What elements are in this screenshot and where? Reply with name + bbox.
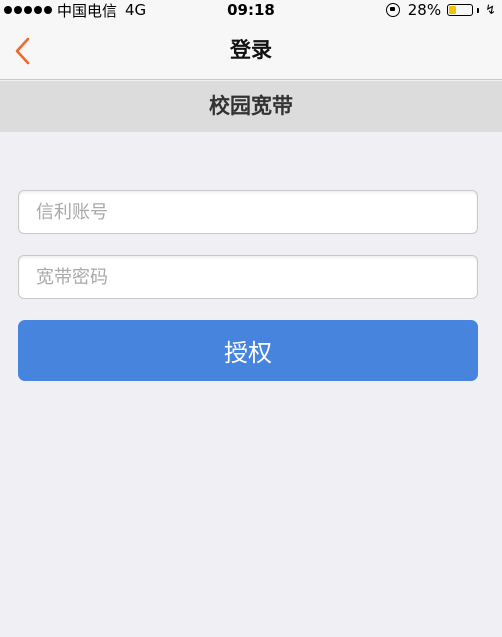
section-title: 校园宽带	[0, 81, 502, 132]
back-button[interactable]	[10, 34, 42, 68]
status-bar: 中国电信 4G 09:18 28% ↯	[0, 0, 502, 20]
password-input[interactable]	[18, 255, 478, 299]
login-screen: 中国电信 4G 09:18 28% ↯ 登录 校园宽带 授权	[0, 0, 502, 637]
navigation-bar: 登录	[0, 20, 502, 80]
battery-tip	[477, 7, 480, 13]
account-input[interactable]	[18, 190, 478, 234]
battery-fill	[449, 6, 456, 14]
rotation-lock-icon	[385, 3, 400, 17]
battery-percent: 28%	[407, 1, 442, 19]
page-title: 登录	[230, 38, 272, 62]
battery-icon	[447, 4, 474, 16]
chevron-left-icon	[15, 37, 30, 65]
status-right: 28% ↯	[385, 0, 496, 20]
charging-icon: ↯	[485, 2, 496, 18]
authorize-button[interactable]: 授权	[18, 320, 478, 381]
